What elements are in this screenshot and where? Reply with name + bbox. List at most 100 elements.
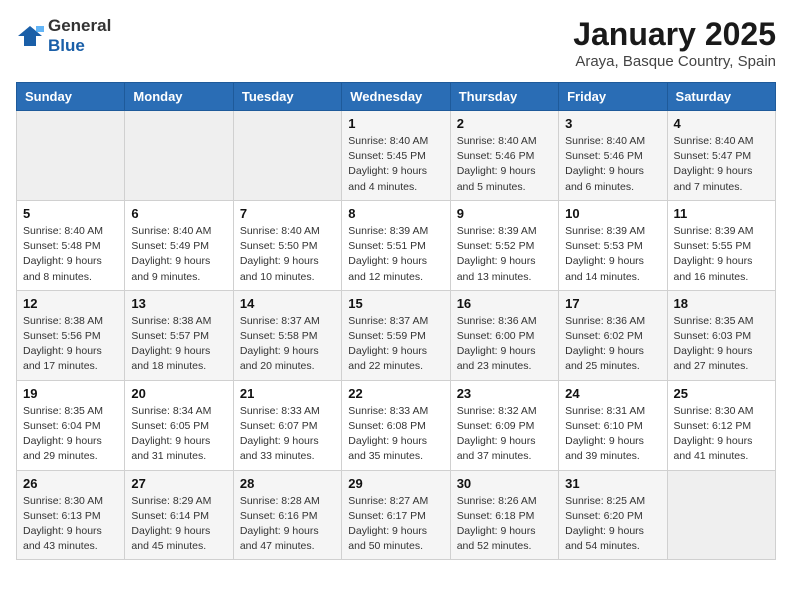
calendar-week-row: 19 Sunrise: 8:35 AM Sunset: 6:04 PM Dayli…: [17, 380, 776, 470]
calendar-cell: 20 Sunrise: 8:34 AM Sunset: 6:05 PM Dayli…: [125, 380, 233, 470]
calendar-cell: 18 Sunrise: 8:35 AM Sunset: 6:03 PM Dayli…: [667, 290, 775, 380]
day-number: 11: [674, 206, 769, 221]
weekday-header: Tuesday: [233, 83, 341, 111]
day-number: 17: [565, 296, 660, 311]
day-info: Sunrise: 8:26 AM Sunset: 6:18 PM Dayligh…: [457, 494, 552, 555]
day-number: 5: [23, 206, 118, 221]
logo-general: General: [48, 16, 111, 35]
calendar-cell: 13Sunrise: 8:38 AM Sunset: 5:57 PM Dayli…: [125, 290, 233, 380]
day-number: 16: [457, 296, 552, 311]
calendar-cell: 26 Sunrise: 8:30 AM Sunset: 6:13 PM Dayli…: [17, 470, 125, 560]
day-number: 19: [23, 386, 118, 401]
calendar-cell: [233, 111, 341, 201]
calendar-cell: 21 Sunrise: 8:33 AM Sunset: 6:07 PM Dayli…: [233, 380, 341, 470]
day-info: Sunrise: 8:40 AM Sunset: 5:46 PM Dayligh…: [565, 134, 660, 195]
calendar-cell: 14 Sunrise: 8:37 AM Sunset: 5:58 PM Dayli…: [233, 290, 341, 380]
calendar-cell: 15Sunrise: 8:37 AM Sunset: 5:59 PM Dayli…: [342, 290, 450, 380]
day-info: Sunrise: 8:40 AM Sunset: 5:49 PM Dayligh…: [131, 224, 226, 285]
day-info: Sunrise: 8:40 AM Sunset: 5:48 PM Dayligh…: [23, 224, 118, 285]
day-info: Sunrise: 8:39 AM Sunset: 5:51 PM Dayligh…: [348, 224, 443, 285]
weekday-header: Thursday: [450, 83, 558, 111]
calendar-week-row: 1 Sunrise: 8:40 AM Sunset: 5:45 PM Daylig…: [17, 111, 776, 201]
calendar-cell: 5 Sunrise: 8:40 AM Sunset: 5:48 PM Daylig…: [17, 200, 125, 290]
day-info: Sunrise: 8:38 AM Sunset: 5:56 PM Dayligh…: [23, 314, 118, 375]
day-number: 18: [674, 296, 769, 311]
day-number: 30: [457, 476, 552, 491]
weekday-header: Wednesday: [342, 83, 450, 111]
weekday-header: Friday: [559, 83, 667, 111]
day-info: Sunrise: 8:27 AM Sunset: 6:17 PM Dayligh…: [348, 494, 443, 555]
calendar-cell: 31Sunrise: 8:25 AM Sunset: 6:20 PM Dayli…: [559, 470, 667, 560]
day-number: 21: [240, 386, 335, 401]
weekday-header: Saturday: [667, 83, 775, 111]
calendar-week-row: 26 Sunrise: 8:30 AM Sunset: 6:13 PM Dayli…: [17, 470, 776, 560]
calendar-cell: 23Sunrise: 8:32 AM Sunset: 6:09 PM Dayli…: [450, 380, 558, 470]
calendar-table: SundayMondayTuesdayWednesdayThursdayFrid…: [16, 82, 776, 560]
calendar-cell: [125, 111, 233, 201]
calendar-cell: 11 Sunrise: 8:39 AM Sunset: 5:55 PM Dayli…: [667, 200, 775, 290]
day-number: 22: [348, 386, 443, 401]
day-info: Sunrise: 8:36 AM Sunset: 6:02 PM Dayligh…: [565, 314, 660, 375]
day-info: Sunrise: 8:40 AM Sunset: 5:47 PM Dayligh…: [674, 134, 769, 195]
day-number: 6: [131, 206, 226, 221]
calendar-cell: 12 Sunrise: 8:38 AM Sunset: 5:56 PM Dayli…: [17, 290, 125, 380]
day-number: 28: [240, 476, 335, 491]
day-info: Sunrise: 8:30 AM Sunset: 6:12 PM Dayligh…: [674, 404, 769, 465]
day-info: Sunrise: 8:32 AM Sunset: 6:09 PM Dayligh…: [457, 404, 552, 465]
day-number: 7: [240, 206, 335, 221]
day-info: Sunrise: 8:40 AM Sunset: 5:50 PM Dayligh…: [240, 224, 335, 285]
day-info: Sunrise: 8:40 AM Sunset: 5:45 PM Dayligh…: [348, 134, 443, 195]
day-number: 1: [348, 116, 443, 131]
page-header: General Blue January 2025 Araya, Basque …: [16, 16, 776, 70]
title-area: January 2025 Araya, Basque Country, Spai…: [573, 16, 776, 70]
day-info: Sunrise: 8:37 AM Sunset: 5:58 PM Dayligh…: [240, 314, 335, 375]
calendar-cell: 16 Sunrise: 8:36 AM Sunset: 6:00 PM Dayli…: [450, 290, 558, 380]
day-info: Sunrise: 8:28 AM Sunset: 6:16 PM Dayligh…: [240, 494, 335, 555]
day-number: 12: [23, 296, 118, 311]
day-number: 20: [131, 386, 226, 401]
day-info: Sunrise: 8:38 AM Sunset: 5:57 PM Dayligh…: [131, 314, 226, 375]
day-number: 14: [240, 296, 335, 311]
calendar-cell: 3Sunrise: 8:40 AM Sunset: 5:46 PM Daylig…: [559, 111, 667, 201]
day-number: 9: [457, 206, 552, 221]
location-title: Araya, Basque Country, Spain: [573, 53, 776, 70]
calendar-cell: 10Sunrise: 8:39 AM Sunset: 5:53 PM Dayli…: [559, 200, 667, 290]
day-number: 2: [457, 116, 552, 131]
day-number: 25: [674, 386, 769, 401]
day-info: Sunrise: 8:33 AM Sunset: 6:08 PM Dayligh…: [348, 404, 443, 465]
calendar-cell: 19 Sunrise: 8:35 AM Sunset: 6:04 PM Dayli…: [17, 380, 125, 470]
day-info: Sunrise: 8:35 AM Sunset: 6:04 PM Dayligh…: [23, 404, 118, 465]
calendar-cell: 30 Sunrise: 8:26 AM Sunset: 6:18 PM Dayli…: [450, 470, 558, 560]
day-number: 10: [565, 206, 660, 221]
calendar-cell: [667, 470, 775, 560]
day-info: Sunrise: 8:39 AM Sunset: 5:55 PM Dayligh…: [674, 224, 769, 285]
logo-blue: Blue: [48, 36, 85, 55]
month-title: January 2025: [573, 16, 776, 53]
calendar-week-row: 5 Sunrise: 8:40 AM Sunset: 5:48 PM Daylig…: [17, 200, 776, 290]
calendar-week-row: 12 Sunrise: 8:38 AM Sunset: 5:56 PM Dayli…: [17, 290, 776, 380]
calendar-cell: 9Sunrise: 8:39 AM Sunset: 5:52 PM Daylig…: [450, 200, 558, 290]
day-info: Sunrise: 8:25 AM Sunset: 6:20 PM Dayligh…: [565, 494, 660, 555]
calendar-cell: 1 Sunrise: 8:40 AM Sunset: 5:45 PM Daylig…: [342, 111, 450, 201]
weekday-header: Monday: [125, 83, 233, 111]
day-info: Sunrise: 8:30 AM Sunset: 6:13 PM Dayligh…: [23, 494, 118, 555]
calendar-cell: 24Sunrise: 8:31 AM Sunset: 6:10 PM Dayli…: [559, 380, 667, 470]
day-info: Sunrise: 8:29 AM Sunset: 6:14 PM Dayligh…: [131, 494, 226, 555]
weekday-header: Sunday: [17, 83, 125, 111]
logo: General Blue: [16, 16, 111, 56]
calendar-cell: 4Sunrise: 8:40 AM Sunset: 5:47 PM Daylig…: [667, 111, 775, 201]
day-info: Sunrise: 8:36 AM Sunset: 6:00 PM Dayligh…: [457, 314, 552, 375]
calendar-cell: 2Sunrise: 8:40 AM Sunset: 5:46 PM Daylig…: [450, 111, 558, 201]
day-info: Sunrise: 8:34 AM Sunset: 6:05 PM Dayligh…: [131, 404, 226, 465]
day-number: 26: [23, 476, 118, 491]
day-info: Sunrise: 8:37 AM Sunset: 5:59 PM Dayligh…: [348, 314, 443, 375]
day-info: Sunrise: 8:31 AM Sunset: 6:10 PM Dayligh…: [565, 404, 660, 465]
day-info: Sunrise: 8:33 AM Sunset: 6:07 PM Dayligh…: [240, 404, 335, 465]
day-info: Sunrise: 8:35 AM Sunset: 6:03 PM Dayligh…: [674, 314, 769, 375]
calendar-cell: 17 Sunrise: 8:36 AM Sunset: 6:02 PM Dayli…: [559, 290, 667, 380]
calendar-cell: 27Sunrise: 8:29 AM Sunset: 6:14 PM Dayli…: [125, 470, 233, 560]
calendar-cell: 22 Sunrise: 8:33 AM Sunset: 6:08 PM Dayli…: [342, 380, 450, 470]
calendar-cell: [17, 111, 125, 201]
calendar-cell: 8 Sunrise: 8:39 AM Sunset: 5:51 PM Daylig…: [342, 200, 450, 290]
day-number: 8: [348, 206, 443, 221]
